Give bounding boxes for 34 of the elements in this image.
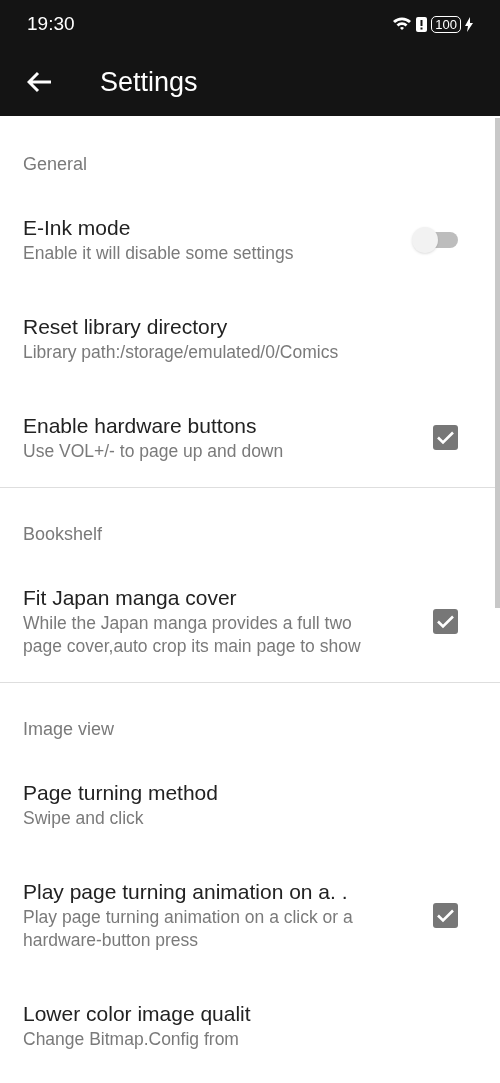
item-title: Page turning method xyxy=(23,780,218,806)
battery-indicator: 100 xyxy=(431,15,461,33)
settings-item[interactable]: Reset library directory Library path:/storage/emulated/0/Comics xyxy=(0,289,494,388)
item-subtitle: While the Japan manga provides a full two page cover,auto crop its main page to show xyxy=(23,612,362,658)
settings-item[interactable]: Lower color image qualit Change Bitmap.Config from xyxy=(0,976,494,1075)
settings-item[interactable]: Fit Japan manga cover While the Japan manga provides a full two page cover,auto crop its main page to show xyxy=(0,560,494,682)
toolbar-title: Settings xyxy=(100,65,198,99)
toggle-switch[interactable] xyxy=(412,226,458,253)
item-title: Play page turning animation on a. . xyxy=(23,879,348,905)
settings-item[interactable]: Page turning method Swipe and click xyxy=(0,755,494,854)
item-subtitle: Swipe and click xyxy=(23,807,145,830)
item-subtitle: Enable it will disable some settings xyxy=(23,242,295,265)
settings-item[interactable]: Enable hardware buttons Use VOL+/- to page up and down xyxy=(0,388,494,487)
settings-item[interactable]: Play page turning animation on a. . Play page turning animation on a click or a hardware-button press xyxy=(0,854,494,976)
sim-alert-icon xyxy=(416,16,428,32)
checkbox[interactable] xyxy=(433,902,458,928)
section-header: Bookshelf xyxy=(23,524,103,544)
item-subtitle: Change Bitmap.Config from xyxy=(23,1028,240,1051)
item-title: Enable hardware buttons xyxy=(23,413,257,439)
item-title: Fit Japan manga cover xyxy=(23,585,237,611)
item-title: E-Ink mode xyxy=(23,215,131,241)
status-time: 19:30 xyxy=(27,11,75,36)
item-title: Reset library directory xyxy=(23,314,228,340)
item-title: Lower color image qualit xyxy=(23,1001,251,1027)
charging-icon xyxy=(465,16,473,32)
item-subtitle: Library path:/storage/emulated/0/Comics xyxy=(23,341,340,364)
section-header: General xyxy=(23,154,88,174)
item-subtitle: Play page turning animation on a click or a hardware-button press xyxy=(23,906,354,952)
item-subtitle: Use VOL+/- to page up and down xyxy=(23,440,285,463)
section-header: Image view xyxy=(23,719,115,739)
checkbox[interactable] xyxy=(433,608,458,634)
settings-item[interactable]: E-Ink mode Enable it will disable some settings xyxy=(0,190,494,289)
wifi-icon xyxy=(392,16,413,32)
checkbox[interactable] xyxy=(433,425,458,450)
